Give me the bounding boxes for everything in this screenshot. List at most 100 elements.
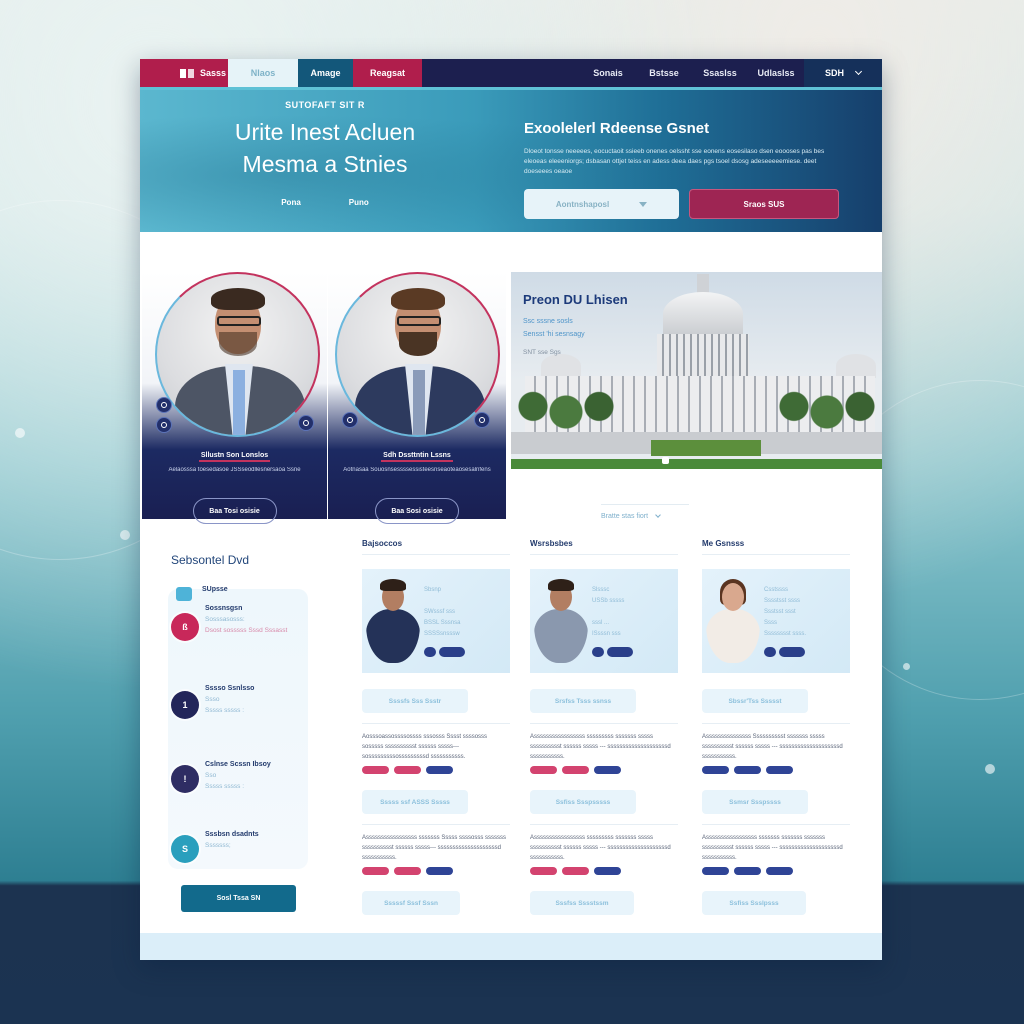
- tag[interactable]: [594, 766, 621, 774]
- person-card[interactable]: Slsssc USSb sssss sssl ... ISsssn sss: [530, 569, 678, 673]
- contact-icon[interactable]: [424, 647, 436, 657]
- sidebar-item[interactable]: ß Sossnsgsn Sosssasosss: Dsost sosssss S…: [171, 603, 287, 641]
- hero-left: SUTOFAFT SIT R Urite Inest Acluen Mesma …: [140, 90, 510, 232]
- tag[interactable]: [766, 766, 793, 774]
- sidebar-item[interactable]: ! Cslnse Scssn Ibsoy Sso Sssss sssss :: [171, 759, 271, 793]
- tie: [233, 370, 245, 435]
- nav-link[interactable]: Sonais: [580, 59, 636, 87]
- tag[interactable]: [530, 867, 557, 875]
- site-logo[interactable]: [140, 59, 200, 87]
- tie: [413, 370, 425, 435]
- tag[interactable]: [394, 766, 421, 774]
- item-title: Sossnsgsn: [205, 605, 243, 612]
- item-icon: !: [171, 765, 199, 793]
- tag[interactable]: [562, 766, 589, 774]
- tag[interactable]: [734, 766, 761, 774]
- tag[interactable]: [734, 867, 761, 875]
- item-line: Sssss sssss :: [205, 783, 245, 790]
- profile-chip[interactable]: [439, 647, 465, 657]
- nav-link[interactable]: Ssaslss: [692, 59, 748, 87]
- hero-link[interactable]: Puno: [349, 198, 369, 207]
- divider: [362, 723, 510, 724]
- content-column: Bajsoccos Sbsnp SWsssf sss BSSL Sssnsa S…: [362, 539, 510, 915]
- sidebar-action-button[interactable]: Sosl Tssa SN: [181, 885, 296, 912]
- profile-chip[interactable]: [779, 647, 805, 657]
- sidebar-item[interactable]: S Sssbsn dsadnts Sssssss;: [171, 829, 259, 863]
- carousel-indicator[interactable]: [662, 457, 669, 464]
- item-title: Sssbsn dsadnts: [205, 831, 259, 838]
- tag[interactable]: [426, 766, 453, 774]
- profile-chip[interactable]: [607, 647, 633, 657]
- tag-list: [702, 867, 850, 875]
- sidebar-item[interactable]: 1 Sssso Ssnlsso Ssso Sssss sssss :: [171, 683, 254, 719]
- top-navigation: Sasss Nlaos Amage Reagsat Sonais Bstsse …: [140, 59, 882, 87]
- column-button[interactable]: Ssfiss Ssspsssss: [530, 790, 636, 814]
- tag[interactable]: [594, 867, 621, 875]
- hero-links: Pona Puno: [140, 198, 510, 207]
- article-blurb: Asssssssssssssss Sssssssssst sssssss sss…: [702, 734, 843, 760]
- dome: [663, 292, 743, 336]
- phone-icon[interactable]: [342, 412, 358, 428]
- tag-list: [702, 766, 850, 774]
- contact-icon[interactable]: [764, 647, 776, 657]
- contact-icon[interactable]: [592, 647, 604, 657]
- person-avatar: [706, 579, 760, 663]
- tag[interactable]: [766, 867, 793, 875]
- tag[interactable]: [362, 766, 389, 774]
- column-button[interactable]: Ssmsr Ssspssss: [702, 790, 808, 814]
- tag[interactable]: [362, 867, 389, 875]
- nav-tab-active[interactable]: Nlaos: [228, 59, 298, 87]
- nav-tab[interactable]: Sasss: [200, 59, 228, 87]
- item-line: Sssssss;: [205, 842, 231, 849]
- person-avatar: [534, 579, 588, 663]
- user-icon[interactable]: [474, 412, 490, 428]
- item-line: Sosssasosss:: [205, 616, 245, 623]
- profile-button[interactable]: Baa Tosi osisie: [192, 498, 277, 524]
- feature-subtitle: Sensst 'hi sesnsagy: [523, 331, 585, 338]
- sidebar-top-label: SUpsse: [202, 586, 228, 593]
- nav-tab[interactable]: Amage: [298, 59, 353, 87]
- content-column: Wsrsbsbes Slsssc USSb sssss sssl ... ISs…: [530, 539, 678, 915]
- column-button[interactable]: Ssssfs Sss Ssstr: [362, 689, 468, 713]
- logo-icon: [188, 68, 194, 78]
- column-button[interactable]: Srsfss Tsss ssnss: [530, 689, 636, 713]
- column-button[interactable]: Sssss ssf ASSS Sssss: [362, 790, 468, 814]
- chat-icon[interactable]: [298, 415, 314, 431]
- nav-link[interactable]: Udlaslss: [748, 59, 804, 87]
- link-icon[interactable]: [156, 417, 172, 433]
- sidebar-title: Sebsontel Dvd: [171, 553, 250, 567]
- show-more-link[interactable]: Bratte stas fiort: [601, 504, 689, 520]
- tag[interactable]: [562, 867, 589, 875]
- column-button[interactable]: Sssssf Sssf Sssn: [362, 891, 460, 915]
- tag[interactable]: [426, 867, 453, 875]
- category-select[interactable]: Aontnshaposl: [524, 189, 679, 219]
- divider: [702, 824, 850, 825]
- hero-right-title: Exoolelerl Rdeense Gsnet: [524, 120, 710, 137]
- nav-link[interactable]: Bstsse: [636, 59, 692, 87]
- tag[interactable]: [394, 867, 421, 875]
- hero-title-line-2: Mesma a Stnies: [242, 151, 408, 177]
- article-blurb: Asssssssssssssssss sssssss sssssss sssss…: [702, 835, 843, 861]
- share-icon[interactable]: [156, 397, 172, 413]
- nav-tab[interactable]: Reagsat: [353, 59, 422, 87]
- profile-photo: [335, 272, 500, 437]
- person-card[interactable]: Sbsnp SWsssf sss BSSL Sssnsa SSSSsnsssw: [362, 569, 510, 673]
- profile-button[interactable]: Baa Sosi osisie: [375, 498, 459, 524]
- item-title: Sssso Ssnlsso: [205, 685, 255, 692]
- hero-cta-button[interactable]: Sraos SUS: [689, 189, 839, 219]
- column-button[interactable]: Sbssr'Tss Ssssst: [702, 689, 808, 713]
- account-menu[interactable]: SDH: [804, 59, 882, 87]
- hero-link[interactable]: Pona: [281, 198, 301, 207]
- lawn: [651, 440, 761, 456]
- chevron-down-icon: [854, 67, 863, 76]
- column-button[interactable]: Ssfiss Ssslpsss: [702, 891, 806, 915]
- column-title: Me Gsnsss: [702, 539, 850, 555]
- tag[interactable]: [702, 766, 729, 774]
- column-button[interactable]: Sssfss Sssstssm: [530, 891, 634, 915]
- person-avatar: [366, 579, 420, 663]
- item-line: Sssss sssss :: [205, 707, 245, 714]
- tag[interactable]: [530, 766, 557, 774]
- tag[interactable]: [702, 867, 729, 875]
- person-card[interactable]: Csstssss Sssstsst ssss Ssstsst ssst Ssss…: [702, 569, 850, 673]
